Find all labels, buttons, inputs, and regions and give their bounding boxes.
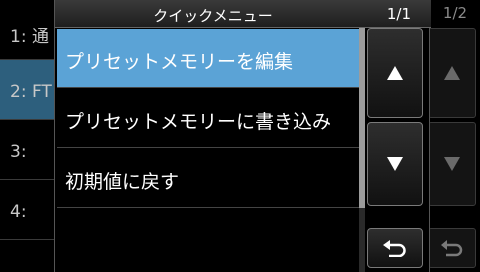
return-arrow-icon	[383, 240, 406, 257]
scroll-down-button[interactable]	[367, 122, 423, 206]
menu-item-label: プリセットメモリーを編集	[65, 51, 294, 73]
return-button[interactable]	[367, 228, 423, 268]
menu-scrollbar[interactable]	[359, 28, 365, 272]
quick-menu-title: クイックメニュー	[153, 7, 273, 25]
triangle-down-icon	[387, 157, 403, 171]
background-item-label: 4:	[10, 202, 27, 222]
background-down-button	[428, 122, 476, 206]
return-arrow-icon	[441, 240, 463, 257]
menu-item-write-preset-memory[interactable]: プリセットメモリーに書き込み	[57, 89, 359, 148]
background-list-item: 1: 通	[0, 0, 60, 60]
background-item-label: 3:	[10, 142, 27, 162]
background-page-indicator: 1/2	[442, 4, 468, 22]
background-list: 1: 通 2: FT 3: 4:	[0, 0, 60, 272]
triangle-up-icon	[387, 66, 403, 80]
background-up-button	[428, 28, 476, 118]
quick-menu-dialog: クイックメニュー 1/1 プリセットメモリーを編集 プリセットメモリーに書き込み…	[54, 0, 431, 272]
background-list-item: 4:	[0, 180, 60, 240]
background-item-label: 1: 通	[10, 27, 49, 47]
background-list-item: 2: FT	[0, 60, 60, 120]
menu-item-label: プリセットメモリーに書き込み	[65, 111, 332, 133]
triangle-up-icon	[444, 66, 460, 80]
menu-scrollbar-thumb[interactable]	[359, 28, 365, 208]
quick-menu-page-indicator: 1/1	[386, 5, 411, 23]
menu-item-empty	[57, 209, 359, 268]
background-return-button	[428, 228, 476, 268]
scroll-up-button[interactable]	[367, 28, 423, 118]
menu-item-edit-preset-memory[interactable]: プリセットメモリーを編集	[57, 29, 359, 88]
quick-menu-title-bar: クイックメニュー 1/1	[55, 0, 431, 28]
background-item-label: 2: FT	[10, 82, 52, 102]
menu-item-label: 初期値に戻す	[65, 171, 180, 193]
triangle-down-icon	[444, 157, 460, 171]
menu-item-reset-defaults[interactable]: 初期値に戻す	[57, 149, 359, 208]
background-list-item: 3:	[0, 120, 60, 180]
